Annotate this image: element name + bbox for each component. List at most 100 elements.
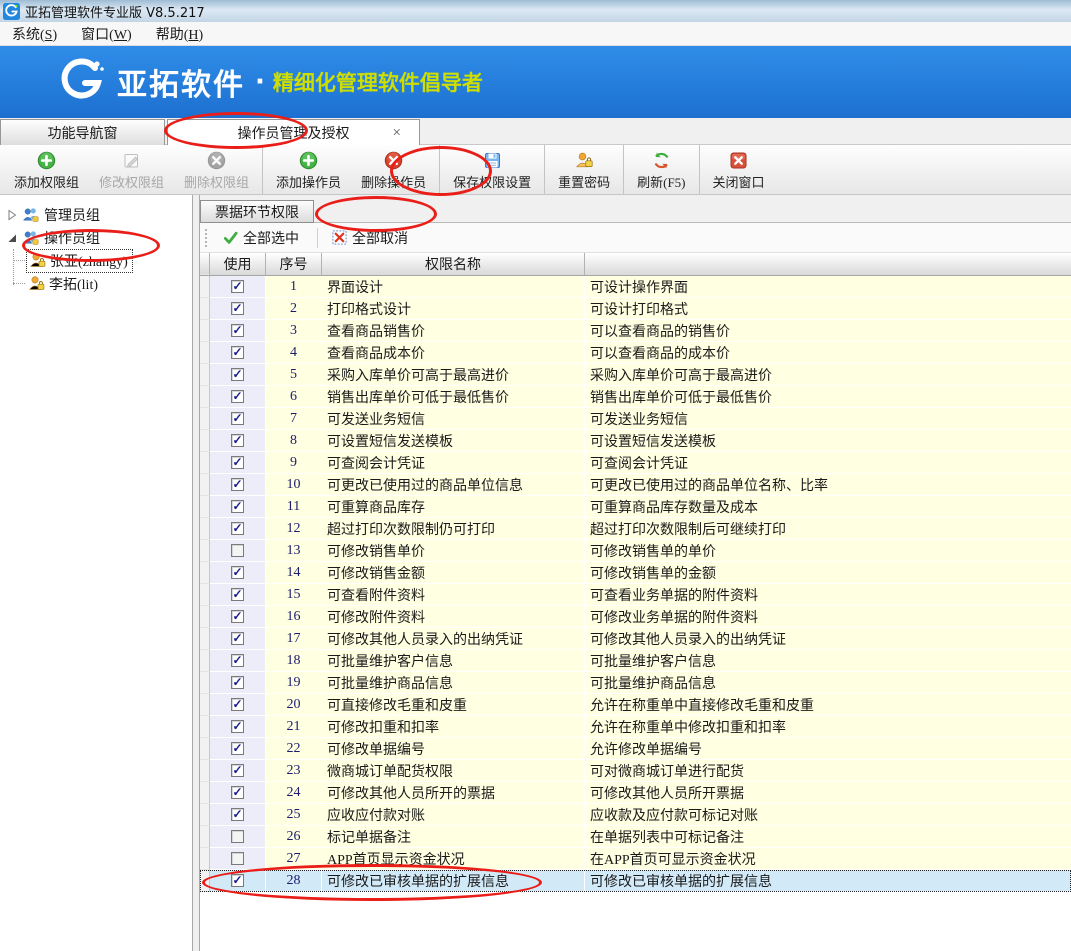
- table-row[interactable]: 23 微商城订单配货权限 可对微商城订单进行配货: [200, 760, 1071, 782]
- tree-node-user[interactable]: 李拓(lit): [26, 272, 192, 295]
- permission-name: 超过打印次数限制仍可打印: [322, 518, 585, 540]
- row-checkbox[interactable]: [231, 874, 244, 887]
- row-checkbox[interactable]: [231, 434, 244, 447]
- tree-node-admin-group[interactable]: 管理员组: [0, 203, 192, 226]
- table-row[interactable]: 22 可修改单据编号 允许修改单据编号: [200, 738, 1071, 760]
- expander-expanded-icon[interactable]: [6, 232, 18, 244]
- permission-description: 可重算商品库存数量及成本: [585, 496, 1071, 518]
- select-all-button[interactable]: 全部选中: [217, 225, 309, 251]
- row-number: 21: [266, 716, 322, 738]
- row-checkbox[interactable]: [231, 654, 244, 667]
- row-indicator: [200, 496, 210, 518]
- row-checkbox[interactable]: [231, 368, 244, 381]
- table-row[interactable]: 13 可修改销售单价 可修改销售单的单价: [200, 540, 1071, 562]
- row-checkbox[interactable]: [231, 390, 244, 403]
- row-checkbox[interactable]: [231, 830, 244, 843]
- toolbar-button[interactable]: 删除操作员: [351, 145, 436, 194]
- table-row[interactable]: 18 可批量维护客户信息 可批量维护客户信息: [200, 650, 1071, 672]
- row-checkbox[interactable]: [231, 346, 244, 359]
- table-row[interactable]: 28 可修改已审核单据的扩展信息 可修改已审核单据的扩展信息: [200, 870, 1071, 892]
- table-row[interactable]: 1 界面设计 可设计操作界面: [200, 276, 1071, 298]
- tab-close-icon[interactable]: ×: [393, 125, 401, 142]
- table-row[interactable]: 7 可发送业务短信 可发送业务短信: [200, 408, 1071, 430]
- toolbar-button[interactable]: 修改权限组: [89, 145, 174, 194]
- row-checkbox[interactable]: [231, 566, 244, 579]
- table-row[interactable]: 5 采购入库单价可高于最高进价 采购入库单价可高于最高进价: [200, 364, 1071, 386]
- table-row[interactable]: 4 查看商品成本价 可以查看商品的成本价: [200, 342, 1071, 364]
- toolbar-button[interactable]: 添加操作员: [262, 145, 351, 194]
- header-desc[interactable]: [585, 253, 1071, 275]
- permission-name: 可修改其他人员录入的出纳凭证: [322, 628, 585, 650]
- table-row[interactable]: 21 可修改扣重和扣率 允许在称重单中修改扣重和扣率: [200, 716, 1071, 738]
- row-checkbox[interactable]: [231, 588, 244, 601]
- operator-tree-panel: 管理员组 操作员组: [0, 195, 193, 951]
- toolbar-button[interactable]: 删除权限组: [174, 145, 259, 194]
- tab-nav-window[interactable]: 功能导航窗: [0, 119, 165, 145]
- header-use[interactable]: 使用: [210, 253, 266, 275]
- table-row[interactable]: 15 可查看附件资料 可查看业务单据的附件资料: [200, 584, 1071, 606]
- row-checkbox[interactable]: [231, 456, 244, 469]
- menu-item[interactable]: 帮助(H): [144, 22, 215, 46]
- toolbar-button[interactable]: 重置密码: [544, 145, 620, 194]
- row-checkbox[interactable]: [231, 302, 244, 315]
- row-checkbox[interactable]: [231, 478, 244, 491]
- brand-logo-icon: [55, 56, 107, 108]
- row-checkbox[interactable]: [231, 500, 244, 513]
- table-row[interactable]: 24 可修改其他人员所开的票据 可修改其他人员所开票据: [200, 782, 1071, 804]
- brand-slogan: 精细化管理软件倡导者: [273, 67, 483, 97]
- header-name[interactable]: 权限名称: [322, 253, 585, 275]
- expander-collapsed-icon[interactable]: [6, 209, 18, 221]
- cancel-icon: [332, 230, 347, 245]
- row-indicator: [200, 628, 210, 650]
- row-checkbox[interactable]: [231, 786, 244, 799]
- header-num[interactable]: 序号: [266, 253, 322, 275]
- table-row[interactable]: 17 可修改其他人员录入的出纳凭证 可修改其他人员录入的出纳凭证: [200, 628, 1071, 650]
- row-checkbox[interactable]: [231, 544, 244, 557]
- row-checkbox[interactable]: [231, 764, 244, 777]
- permission-tab[interactable]: 票据环节权限: [200, 200, 314, 223]
- menu-item[interactable]: 系统(S): [0, 22, 69, 46]
- row-checkbox[interactable]: [231, 522, 244, 535]
- save-icon: [483, 151, 502, 170]
- table-row[interactable]: 27 APP首页显示资金状况 在APP首页可显示资金状况: [200, 848, 1071, 870]
- row-indicator: [200, 430, 210, 452]
- row-number: 15: [266, 584, 322, 606]
- tree-node-user[interactable]: 张亚(zhangy): [26, 249, 192, 272]
- row-checkbox[interactable]: [231, 742, 244, 755]
- toolbar-button[interactable]: 刷新(F5): [623, 145, 695, 194]
- row-checkbox[interactable]: [231, 324, 244, 337]
- toolbar-button[interactable]: 关闭窗口: [699, 145, 775, 194]
- table-row[interactable]: 14 可修改销售金额 可修改销售单的金额: [200, 562, 1071, 584]
- toolbar-button[interactable]: 添加权限组: [4, 145, 89, 194]
- table-row[interactable]: 3 查看商品销售价 可以查看商品的销售价: [200, 320, 1071, 342]
- table-row[interactable]: 8 可设置短信发送模板 可设置短信发送模板: [200, 430, 1071, 452]
- table-row[interactable]: 26 标记单据备注 在单据列表中可标记备注: [200, 826, 1071, 848]
- user-lock-icon: [29, 252, 46, 269]
- table-row[interactable]: 19 可批量维护商品信息 可批量维护商品信息: [200, 672, 1071, 694]
- row-checkbox[interactable]: [231, 852, 244, 865]
- toolbar-button[interactable]: 保存权限设置: [439, 145, 541, 194]
- table-row[interactable]: 9 可查阅会计凭证 可查阅会计凭证: [200, 452, 1071, 474]
- row-checkbox[interactable]: [231, 610, 244, 623]
- tab-operator-management[interactable]: 操作员管理及授权 ×: [167, 119, 420, 146]
- table-row[interactable]: 12 超过打印次数限制仍可打印 超过打印次数限制后可继续打印: [200, 518, 1071, 540]
- row-checkbox[interactable]: [231, 808, 244, 821]
- table-row[interactable]: 20 可直接修改毛重和皮重 允许在称重单中直接修改毛重和皮重: [200, 694, 1071, 716]
- panel-splitter[interactable]: [193, 195, 200, 951]
- table-row[interactable]: 25 应收应付款对账 应收款及应付款可标记对账: [200, 804, 1071, 826]
- row-checkbox[interactable]: [231, 412, 244, 425]
- table-row[interactable]: 16 可修改附件资料 可修改业务单据的附件资料: [200, 606, 1071, 628]
- table-row[interactable]: 11 可重算商品库存 可重算商品库存数量及成本: [200, 496, 1071, 518]
- row-checkbox[interactable]: [231, 280, 244, 293]
- row-checkbox[interactable]: [231, 676, 244, 689]
- menu-item[interactable]: 窗口(W): [69, 22, 144, 46]
- row-checkbox[interactable]: [231, 720, 244, 733]
- table-row[interactable]: 2 打印格式设计 可设计打印格式: [200, 298, 1071, 320]
- deselect-all-button[interactable]: 全部取消: [326, 225, 418, 251]
- row-number: 14: [266, 562, 322, 584]
- tree-node-operator-group[interactable]: 操作员组: [0, 226, 192, 249]
- row-checkbox[interactable]: [231, 632, 244, 645]
- table-row[interactable]: 10 可更改已使用过的商品单位信息 可更改已使用过的商品单位名称、比率: [200, 474, 1071, 496]
- table-row[interactable]: 6 销售出库单价可低于最低售价 销售出库单价可低于最低售价: [200, 386, 1071, 408]
- row-checkbox[interactable]: [231, 698, 244, 711]
